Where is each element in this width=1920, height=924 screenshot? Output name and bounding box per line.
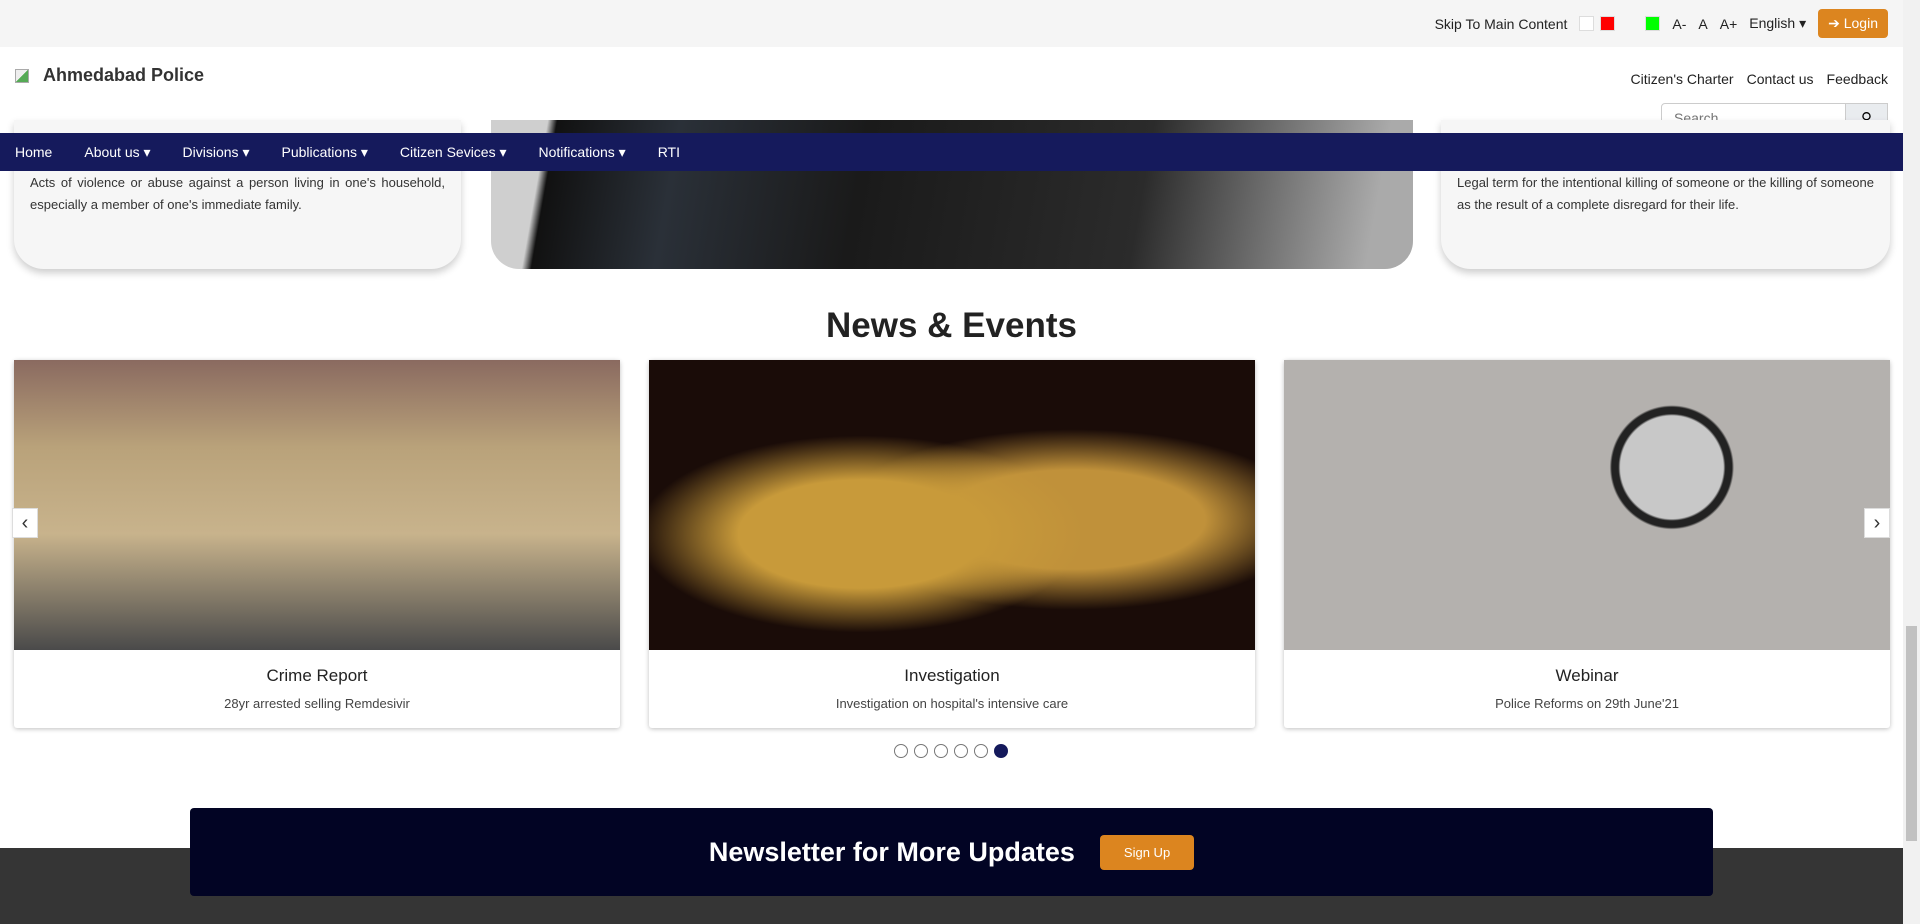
news-card[interactable]: Investigation Investigation on hospital'… [649,360,1255,728]
news-title: Investigation [904,666,1000,685]
font-increase-button[interactable]: A+ [1720,16,1738,32]
chevron-left-icon: ‹ [21,512,29,534]
carousel-dot[interactable] [934,744,948,758]
newsletter-title: Newsletter for More Updates [708,836,1075,867]
chevron-right-icon: › [1873,512,1881,534]
carousel-prev-button[interactable]: ‹ [12,508,38,538]
contact-us-link[interactable]: Contact us [1747,71,1814,87]
nav-publications[interactable]: Publications ▾ [281,144,367,161]
login-button[interactable]: ➔ Login [1818,9,1888,38]
citizens-charter-link[interactable]: Citizen's Charter [1631,71,1734,87]
carousel-dot[interactable] [974,744,988,758]
font-normal-button[interactable]: A [1698,16,1707,32]
news-image [1284,360,1890,650]
language-dropdown[interactable]: English ▾ [1749,15,1806,32]
main-nav: Home About us ▾ Divisions ▾ Publications… [0,133,1903,171]
newsletter-banner: Newsletter for More Updates Sign Up [190,808,1713,896]
nav-about-us[interactable]: About us ▾ [84,144,150,161]
news-subtitle: Police Reforms on 29th June'21 [1495,696,1679,711]
nav-divisions[interactable]: Divisions ▾ [183,144,250,161]
carousel-dot-active[interactable] [994,744,1008,758]
nav-citizen-services[interactable]: Citizen Sevices ▾ [400,144,507,161]
logo-image-icon [15,68,29,83]
carousel-dots [894,744,1008,758]
login-icon: ➔ [1828,15,1840,31]
scrollbar[interactable] [1903,0,1920,924]
skip-to-main-link[interactable]: Skip To Main Content [1435,16,1568,32]
carousel-dot[interactable] [914,744,928,758]
news-image [649,360,1255,650]
card-description: Legal term for the intentional killing o… [1457,175,1874,212]
news-events-heading: News & Events [826,306,1077,345]
scrollbar-thumb[interactable] [1906,626,1917,841]
nav-notifications[interactable]: Notifications ▾ [539,144,626,161]
site-title: Ahmedabad Police [43,65,205,85]
carousel-next-button[interactable]: › [1864,508,1890,538]
feedback-link[interactable]: Feedback [1827,71,1888,87]
news-title: Crime Report [266,666,368,685]
site-logo[interactable]: Ahmedabad Police [15,65,204,86]
news-card[interactable]: Crime Report 28yr arrested selling Remde… [14,360,620,728]
news-card[interactable]: Webinar Police Reforms on 29th June'21 [1284,360,1890,728]
green-theme-swatch[interactable] [1645,16,1661,31]
card-description: Acts of violence or abuse against a pers… [30,175,445,212]
news-image [14,360,620,650]
carousel-dot[interactable] [894,744,908,758]
white-theme-swatch[interactable] [1579,16,1595,31]
nav-rti[interactable]: RTI [658,144,680,160]
nav-home[interactable]: Home [15,144,52,160]
carousel-dot[interactable] [954,744,968,758]
sign-up-button[interactable]: Sign Up [1099,834,1195,870]
login-label: Login [1843,15,1878,31]
news-subtitle: Investigation on hospital's intensive ca… [835,696,1069,711]
news-subtitle: 28yr arrested selling Remdesivir [224,696,410,711]
news-title: Webinar [1555,666,1619,685]
top-utility-bar: Skip To Main Content A- A A+ English ▾ ➔… [0,0,1903,47]
font-decrease-button[interactable]: A- [1672,16,1686,32]
red-theme-swatch[interactable] [1600,16,1616,31]
language-label: English [1749,15,1796,31]
